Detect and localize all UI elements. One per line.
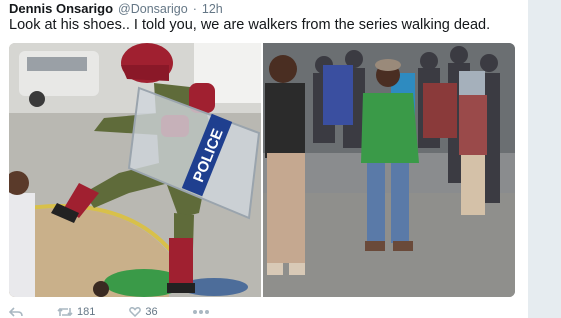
like-button[interactable]: 36 [129, 306, 158, 318]
crowd-photo-illustration [263, 43, 515, 297]
display-name[interactable]: Dennis Onsarigo [9, 2, 113, 16]
retweet-button[interactable]: 181 [57, 306, 95, 318]
more-icon [192, 310, 209, 314]
retweet-icon [57, 307, 73, 317]
tweet-header: Dennis Onsarigo @Donsarigo · 12h [9, 2, 223, 17]
photo-crowd[interactable] [263, 43, 515, 297]
police-photo-illustration: POLICE [9, 43, 261, 297]
reply-button[interactable] [9, 307, 23, 317]
like-icon [129, 307, 142, 317]
separator-dot: · [192, 2, 197, 16]
tweet-actions: 181 36 [9, 306, 244, 318]
user-handle[interactable]: @Donsarigo [118, 2, 188, 16]
timestamp[interactable]: 12h [202, 2, 223, 16]
media-grid: POLICE [9, 43, 515, 297]
reply-icon [9, 307, 23, 317]
tweet-text: Look at his shoes.. I told you, we are w… [9, 17, 491, 33]
like-count: 36 [145, 306, 158, 318]
photo-police-officer[interactable]: POLICE [9, 43, 261, 297]
tweet-card: Dennis Onsarigo @Donsarigo · 12h Look at… [0, 0, 528, 318]
more-button[interactable] [192, 309, 210, 315]
retweet-count: 181 [77, 306, 96, 318]
timeline-right-rail [528, 0, 561, 318]
